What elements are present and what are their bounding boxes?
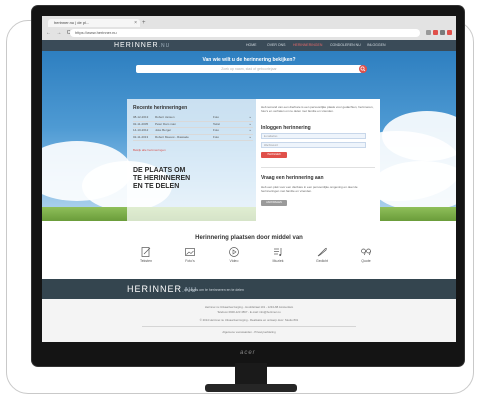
address-bar[interactable]: https://www.herinner.nu xyxy=(70,29,420,37)
request-title: Vraag een herinnering aan xyxy=(261,175,324,181)
way-label: Quote xyxy=(361,259,371,263)
logo-suffix: .NU xyxy=(158,43,171,49)
way-teksten[interactable]: Teksten xyxy=(126,246,166,263)
way-label: Foto's xyxy=(185,259,195,263)
cloud xyxy=(372,161,456,211)
photo-icon xyxy=(185,248,195,256)
row-date: 02-11-2005 xyxy=(133,121,149,126)
quote-icon xyxy=(361,248,371,256)
all-memories-link[interactable]: Bekijk alle herinneringen xyxy=(133,148,166,152)
row-type: Foto xyxy=(213,134,220,139)
divider xyxy=(261,167,375,168)
row-name: Robert Meeuw - Rawaele xyxy=(155,134,189,139)
footer-tagline: de plaats om te herinneren en te delen xyxy=(184,288,244,292)
slogan-line: EN TE DELEN xyxy=(133,183,180,190)
footer-legal-links[interactable]: Algemene voorwaarden - Privacyverklaring xyxy=(42,330,456,334)
browser-tab-title: herinner.nu | de pl... xyxy=(54,20,90,25)
row-more[interactable]: » xyxy=(237,122,251,128)
footer-band: HERINNER.NU de plaats om te herinneren e… xyxy=(42,279,456,299)
hero-section: Van wie wilt u de herinnering bekijken? … xyxy=(42,51,456,221)
footer-address: Herinner.nu Uitvaartverzorging - Hoofdst… xyxy=(204,305,294,309)
row-more[interactable]: » xyxy=(237,128,251,134)
request-button[interactable]: AANVRAGEN xyxy=(261,200,287,206)
recent-list: 08-12-2013 Robert Jansen Foto » 02-11-20… xyxy=(133,115,253,141)
footer-contact: Telefoon 0900-123 4567 - E-mail: info@he… xyxy=(217,310,281,314)
slogan-line: DE PLAATS OM xyxy=(133,167,186,174)
recent-memories-panel: Recente herinneringen 08-12-2013 Robert … xyxy=(127,99,257,221)
row-type: Foto xyxy=(213,128,220,132)
music-icon xyxy=(274,248,282,256)
table-row[interactable]: 02-11-2013 Robert Meeuw - Rawaele Foto » xyxy=(133,134,253,141)
quill-icon xyxy=(317,247,327,257)
way-quote[interactable]: Quote xyxy=(346,246,386,263)
menu-icon[interactable] xyxy=(447,30,452,35)
slogan-line: TE HERINNEREN xyxy=(133,175,191,182)
browser-nav-buttons[interactable]: ← → C xyxy=(46,30,72,36)
way-video[interactable]: Video xyxy=(214,246,254,263)
screen: herinner.nu | de pl... × + ← → C https:/… xyxy=(42,16,456,342)
pencil-note-icon xyxy=(141,247,151,257)
way-gedicht[interactable]: Gedicht xyxy=(302,246,342,263)
row-name: Robert Jansen xyxy=(155,115,175,119)
nav-herinneringen[interactable]: HERINNERINGEN xyxy=(293,40,322,51)
row-name: Joke Berger xyxy=(155,128,172,132)
row-date: 08-12-2013 xyxy=(133,115,149,119)
way-label: Gedicht xyxy=(315,259,329,263)
search-input[interactable]: Zoek op naam, stad of geboortejaar xyxy=(136,65,362,73)
nav-condoleren[interactable]: CONDOLEREN NU xyxy=(330,40,361,51)
footer-copyright: © 2014 Herinner.nu Uitvaartverzorging - … xyxy=(199,318,299,322)
logo-main: HERINNER xyxy=(114,42,159,49)
row-name: Peter Dam man xyxy=(155,121,177,126)
login-title: Inloggen herinnering xyxy=(261,125,311,131)
password-field[interactable]: Wachtwoord xyxy=(261,142,366,148)
row-date: 02-11-2013 xyxy=(133,134,149,139)
new-tab-button[interactable]: + xyxy=(142,19,150,27)
browser-tab[interactable]: herinner.nu | de pl... × xyxy=(48,19,140,27)
site-navbar: HERINNER.NU HOME OVER ONS HERINNERINGEN … xyxy=(42,40,456,51)
row-type: Foto xyxy=(213,115,220,119)
way-label: Muziek xyxy=(272,259,284,263)
way-label: Video xyxy=(229,259,239,263)
browser-chrome: herinner.nu | de pl... × + ← → C https:/… xyxy=(42,16,456,40)
extension-icon[interactable] xyxy=(433,30,438,35)
request-text: Heb een plek voor een dierbare in een pe… xyxy=(261,185,358,193)
way-muziek[interactable]: Muziek xyxy=(258,246,298,263)
ways-title: Herinnering plaatsen door middel van xyxy=(195,235,303,241)
way-fotos[interactable]: Foto's xyxy=(170,246,210,263)
slogan: DE PLAATS OM TE HERINNEREN EN TE DELEN xyxy=(133,167,190,191)
email-field[interactable]: E-mailadres xyxy=(261,133,366,139)
way-label: Teksten xyxy=(139,259,153,263)
intro-text: Heb iemand van een dierbare is een perso… xyxy=(261,105,374,113)
monitor-stand-base xyxy=(205,384,297,392)
close-icon[interactable]: × xyxy=(134,19,137,27)
nav-over-ons[interactable]: OVER ONS xyxy=(267,40,285,51)
login-panel: Heb iemand van een dierbare is een perso… xyxy=(256,99,380,221)
site-logo[interactable]: HERINNER.NU xyxy=(114,41,170,51)
extension-icon[interactable] xyxy=(426,30,431,35)
recent-title: Recente herinneringen xyxy=(133,105,188,111)
row-more[interactable]: » xyxy=(237,115,251,121)
row-date: 14-10-2012 xyxy=(133,128,149,132)
footer-logo-main: HERINNER xyxy=(127,284,183,294)
divider xyxy=(142,326,356,327)
row-type: Tekst xyxy=(213,121,221,126)
login-button[interactable]: INLOGGEN xyxy=(261,152,287,158)
extension-icon[interactable] xyxy=(440,30,445,35)
footer-info: Herinner.nu Uitvaartverzorging - Hoofdst… xyxy=(42,299,456,342)
row-more[interactable]: » xyxy=(237,135,251,141)
monitor-brand: acer xyxy=(240,350,256,356)
search-icon[interactable] xyxy=(359,65,367,73)
play-icon xyxy=(229,247,239,257)
nav-inloggen[interactable]: INLOGGEN xyxy=(367,40,385,51)
ways-section: Herinnering plaatsen door middel van Tek… xyxy=(42,221,456,279)
nav-home[interactable]: HOME xyxy=(246,40,257,51)
hero-question: Van wie wilt u de herinnering bekijken? xyxy=(202,57,296,63)
